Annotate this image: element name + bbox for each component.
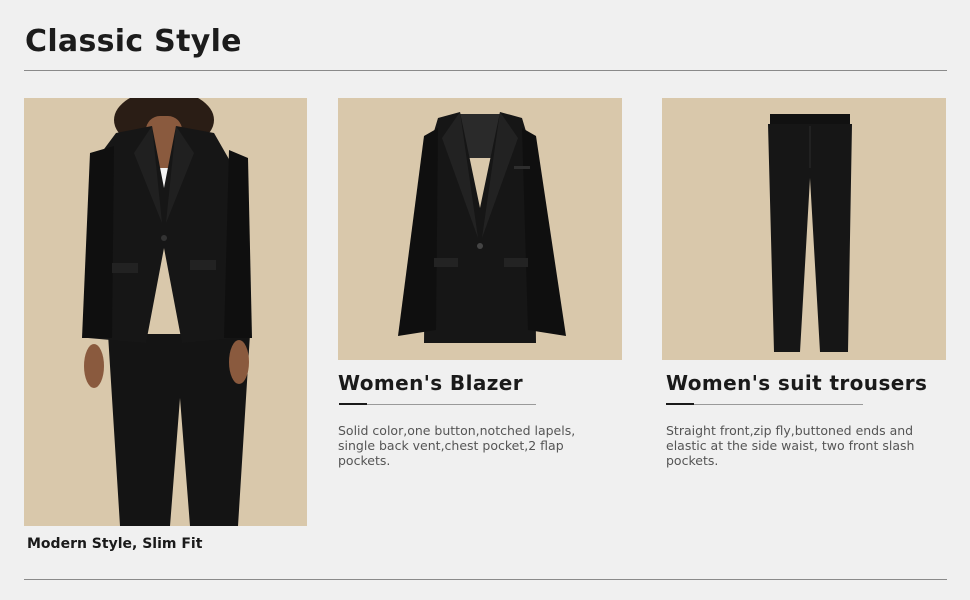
page-title: Classic Style bbox=[25, 24, 242, 59]
blazer-title-underline bbox=[339, 403, 536, 405]
trousers-description: Straight front,zip fly,buttoned ends and… bbox=[666, 423, 915, 468]
trousers-photo bbox=[662, 98, 946, 360]
top-divider bbox=[24, 70, 947, 71]
trousers-image bbox=[768, 114, 852, 352]
blazer-photo bbox=[338, 98, 622, 360]
blazer-title: Women's Blazer bbox=[338, 371, 523, 395]
trousers-title-underline bbox=[666, 403, 863, 405]
model-caption: Modern Style, Slim Fit bbox=[27, 536, 203, 552]
trousers-title: Women's suit trousers bbox=[666, 371, 928, 395]
blazer-description: Solid color,one button,notched lapels, s… bbox=[338, 423, 576, 468]
bottom-divider bbox=[24, 579, 947, 580]
model-wearing-suit-image bbox=[82, 98, 252, 526]
model-photo bbox=[24, 98, 307, 526]
blazer-image bbox=[398, 112, 566, 343]
